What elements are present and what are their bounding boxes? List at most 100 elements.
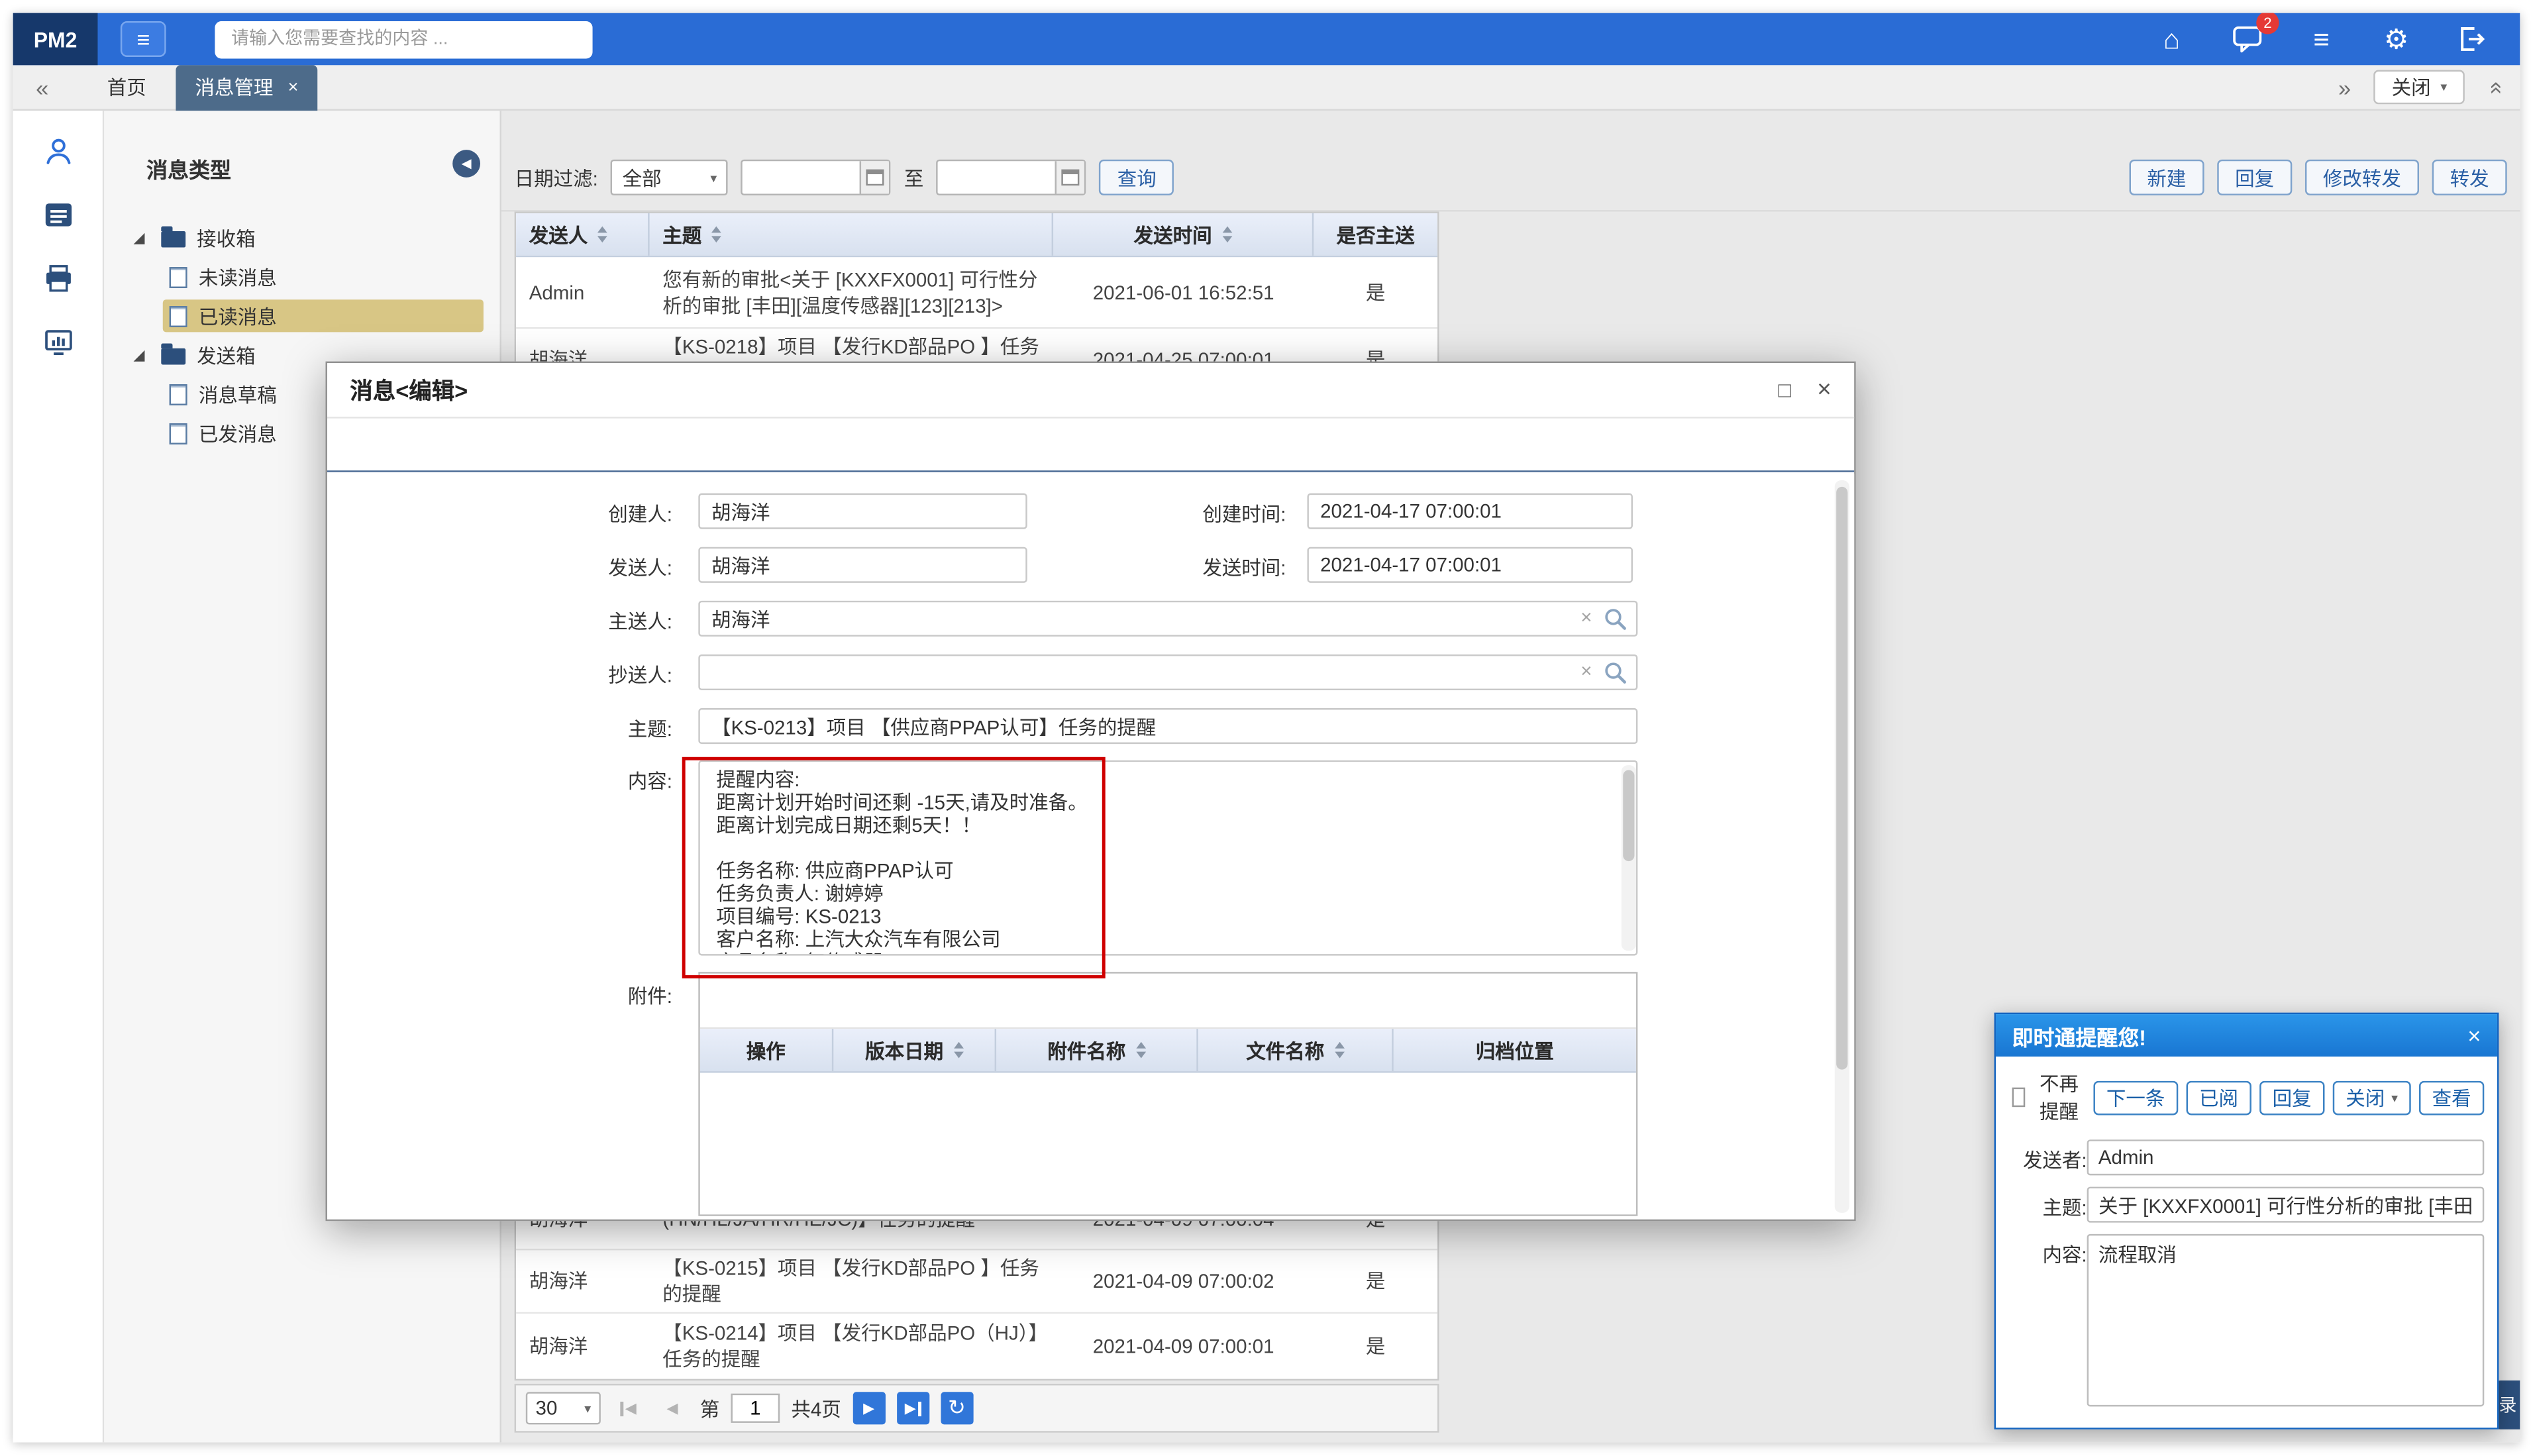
sender-input[interactable] xyxy=(2087,1139,2485,1175)
tabs-scroll-right-icon[interactable]: » xyxy=(2338,74,2351,100)
reply-button[interactable]: 回复 xyxy=(2217,160,2292,195)
tree-node-label: 接收箱 xyxy=(197,224,256,252)
header-send-time[interactable]: 发送时间 xyxy=(1053,213,1314,256)
module-user-button[interactable] xyxy=(35,130,81,173)
chevron-down-icon: ▾ xyxy=(2391,1090,2398,1104)
new-button[interactable]: 新建 xyxy=(2129,160,2204,195)
maximize-icon[interactable]: □ xyxy=(1779,378,1791,402)
module-print-button[interactable] xyxy=(35,257,81,299)
collapse-header-icon[interactable]: » xyxy=(2481,81,2507,93)
settings-gear-icon[interactable]: ⚙ xyxy=(2380,23,2412,55)
next-message-button[interactable]: 下一条 xyxy=(2093,1080,2178,1115)
header-primary[interactable]: 是否主送 xyxy=(1314,213,1437,256)
view-button[interactable]: 查看 xyxy=(2419,1080,2484,1115)
table-row[interactable]: Admin 您有新的审批<关于 [KXXFX0001] 可行性分析的审批 [丰田… xyxy=(516,257,1437,329)
header-operation[interactable]: 操作 xyxy=(700,1029,834,1071)
logout-icon[interactable] xyxy=(2455,23,2487,55)
last-page-button[interactable]: ▶ xyxy=(896,1392,929,1424)
file-icon xyxy=(170,266,187,287)
textarea-scrollbar[interactable] xyxy=(1622,765,1636,951)
date-from-input[interactable] xyxy=(741,160,891,195)
next-page-button[interactable]: ▶ xyxy=(853,1392,885,1424)
calendar-trigger[interactable] xyxy=(860,161,889,193)
close-tabs-button[interactable]: 关闭 ▾ xyxy=(2374,70,2465,105)
clear-icon[interactable]: × xyxy=(1580,605,1592,628)
cc-input[interactable] xyxy=(698,654,1637,690)
calendar-trigger[interactable] xyxy=(1055,161,1084,193)
sort-icon[interactable] xyxy=(1221,227,1231,243)
creator-input[interactable] xyxy=(698,494,1027,529)
header-archive-location[interactable]: 归档位置 xyxy=(1394,1029,1636,1071)
refresh-button[interactable]: ↻ xyxy=(941,1392,973,1424)
dialog-titlebar[interactable]: 消息<编辑> □ × xyxy=(327,363,1854,419)
subject-input[interactable] xyxy=(2087,1187,2485,1223)
messages-icon[interactable]: 2 xyxy=(2230,23,2263,55)
page-size-select[interactable]: 30 ▾ xyxy=(526,1392,601,1424)
mark-read-button[interactable]: 已阅 xyxy=(2186,1080,2251,1115)
module-monitor-button[interactable] xyxy=(35,321,81,363)
sort-icon[interactable] xyxy=(953,1042,963,1059)
tabs-scroll-left-icon[interactable]: « xyxy=(36,74,48,100)
date-range-select[interactable]: 全部 ▾ xyxy=(611,160,728,195)
tab-home[interactable]: 首页 xyxy=(78,64,175,110)
tree-expand-icon[interactable]: ◢ xyxy=(134,346,145,364)
close-icon[interactable]: × xyxy=(1817,376,1832,404)
next-icon: ▶ xyxy=(863,1399,874,1417)
date-to-input[interactable] xyxy=(937,160,1086,195)
table-row[interactable]: 胡海洋 【KS-0215】项目 【发行KD部品PO 】任务的提醒 2021-04… xyxy=(516,1250,1437,1314)
header-attachment-name[interactable]: 附件名称 xyxy=(996,1029,1198,1071)
sender-input[interactable] xyxy=(698,547,1027,583)
tab-close-icon[interactable]: × xyxy=(288,78,299,97)
pagination-bar: 30 ▾ ◀ ◀ 第 共4页 ▶ ▶ ↻ xyxy=(515,1384,1439,1433)
send-time-label: 发送时间: xyxy=(1153,554,1299,582)
header-file-name[interactable]: 文件名称 xyxy=(1198,1029,1394,1071)
content-textarea[interactable]: 流程取消 xyxy=(2087,1234,2485,1407)
sort-icon[interactable] xyxy=(711,227,721,243)
search-picker-icon[interactable] xyxy=(1604,607,1626,639)
forward-button[interactable]: 转发 xyxy=(2432,160,2507,195)
header-version-date[interactable]: 版本日期 xyxy=(833,1029,996,1071)
global-search-input[interactable] xyxy=(215,21,592,58)
module-schedule-button[interactable] xyxy=(35,193,81,236)
tree-node-inbox[interactable]: ◢ 接收箱 xyxy=(104,218,499,257)
page-number-input[interactable] xyxy=(731,1394,780,1423)
sort-icon[interactable] xyxy=(1334,1042,1344,1059)
close-icon[interactable]: × xyxy=(2467,1022,2481,1048)
scrollbar-thumb[interactable] xyxy=(1623,770,1634,861)
dialog-scrollbar[interactable] xyxy=(1835,480,1849,1213)
header-sender[interactable]: 发送人 xyxy=(516,213,650,256)
tab-label: 消息管理 xyxy=(195,74,273,101)
popup-titlebar[interactable]: 即时通提醒您! × xyxy=(1996,1014,2497,1057)
cell-sender: 胡海洋 xyxy=(516,1314,650,1378)
record-side-tab[interactable]: 录 xyxy=(2496,1380,2520,1430)
notification-badge: 2 xyxy=(2256,13,2279,34)
sort-icon[interactable] xyxy=(1135,1042,1145,1059)
topbar-icons: ⌂ 2 ≡ ⚙ xyxy=(2155,23,2487,55)
home-icon[interactable]: ⌂ xyxy=(2155,23,2188,55)
sidebar-toggle-button[interactable]: ≡ xyxy=(121,21,166,57)
first-page-button[interactable]: ◀ xyxy=(612,1392,645,1424)
tree-node-read[interactable]: 已读消息 xyxy=(104,296,499,335)
reply-button[interactable]: 回复 xyxy=(2259,1080,2324,1115)
header-subject[interactable]: 主题 xyxy=(650,213,1053,256)
no-remind-checkbox[interactable] xyxy=(2012,1088,2025,1107)
sort-icon[interactable] xyxy=(597,227,607,243)
tab-message-management[interactable]: 消息管理 × xyxy=(176,64,318,110)
send-time-input[interactable] xyxy=(1307,547,1633,583)
collapse-panel-button[interactable]: ◀ xyxy=(452,150,480,178)
subject-input[interactable] xyxy=(698,708,1637,744)
create-time-input[interactable] xyxy=(1307,494,1633,529)
modify-forward-button[interactable]: 修改转发 xyxy=(2305,160,2419,195)
table-row[interactable]: 胡海洋 【KS-0214】项目 【发行KD部品PO（HJ）】任务的提醒 2021… xyxy=(516,1314,1437,1378)
page-label: 第 xyxy=(700,1394,720,1422)
tree-node-unread[interactable]: 未读消息 xyxy=(104,257,499,296)
to-input[interactable] xyxy=(698,601,1637,637)
scrollbar-thumb[interactable] xyxy=(1836,487,1847,1070)
query-button[interactable]: 查询 xyxy=(1100,160,1174,195)
prev-page-button[interactable]: ◀ xyxy=(656,1392,688,1424)
close-split-button[interactable]: 关闭 ▾ xyxy=(2333,1080,2411,1115)
tree-expand-icon[interactable]: ◢ xyxy=(134,229,145,246)
clear-icon[interactable]: × xyxy=(1580,659,1592,682)
menu-icon[interactable]: ≡ xyxy=(2305,23,2338,55)
search-picker-icon[interactable] xyxy=(1604,661,1626,692)
